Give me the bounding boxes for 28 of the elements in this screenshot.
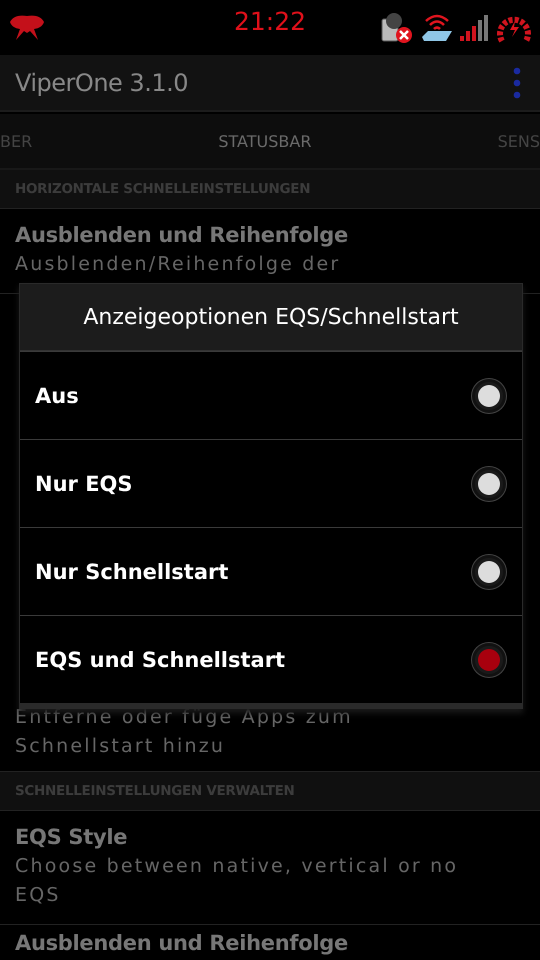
option-row[interactable]: Nur EQS: [20, 439, 522, 527]
viper-logo-icon: [8, 14, 46, 42]
setting-title: Ausblenden und Reihenfolge: [15, 223, 349, 247]
setting-title: Ausblenden und Reihenfolge: [15, 931, 349, 955]
lock-error-icon: [380, 10, 414, 44]
setting-summary: Ausblenden/Reihenfolge der: [15, 252, 342, 277]
setting-row[interactable]: Ausblenden und Reihenfolge: [0, 925, 540, 960]
radio-button[interactable]: [472, 554, 506, 588]
app-title: ViperOne 3.1.0: [15, 68, 188, 96]
option-row[interactable]: Aus: [20, 351, 522, 439]
radio-button[interactable]: [472, 466, 506, 500]
setting-title: EQS Style: [15, 825, 128, 849]
option-row[interactable]: Nur Schnellstart: [20, 527, 522, 615]
menu-icon: [513, 66, 521, 98]
radio-button[interactable]: [472, 642, 506, 676]
option-row[interactable]: EQS und Schnellstart: [20, 615, 522, 703]
setting-summary: Choose between native, vertical or no EQS: [15, 854, 460, 908]
option-label: Nur Schnellstart: [35, 560, 230, 584]
option-label: Nur EQS: [35, 472, 134, 496]
dialog-title: Anzeigeoptionen EQS/Schnellstart: [83, 304, 459, 330]
setting-summary: Entferne oder füge Apps zum Schnellstart hinzu: [15, 705, 354, 759]
signal-icon: [460, 14, 490, 42]
setting-row[interactable]: EQS Style Choose between native, vertical or no EQS: [0, 811, 540, 925]
option-label: EQS und Schnellstart: [35, 648, 286, 672]
tab[interactable]: STATUSBAR: [218, 132, 312, 150]
radio-button[interactable]: [472, 378, 506, 412]
option-label: Aus: [35, 384, 80, 408]
clock-time: 21:22: [234, 7, 306, 36]
